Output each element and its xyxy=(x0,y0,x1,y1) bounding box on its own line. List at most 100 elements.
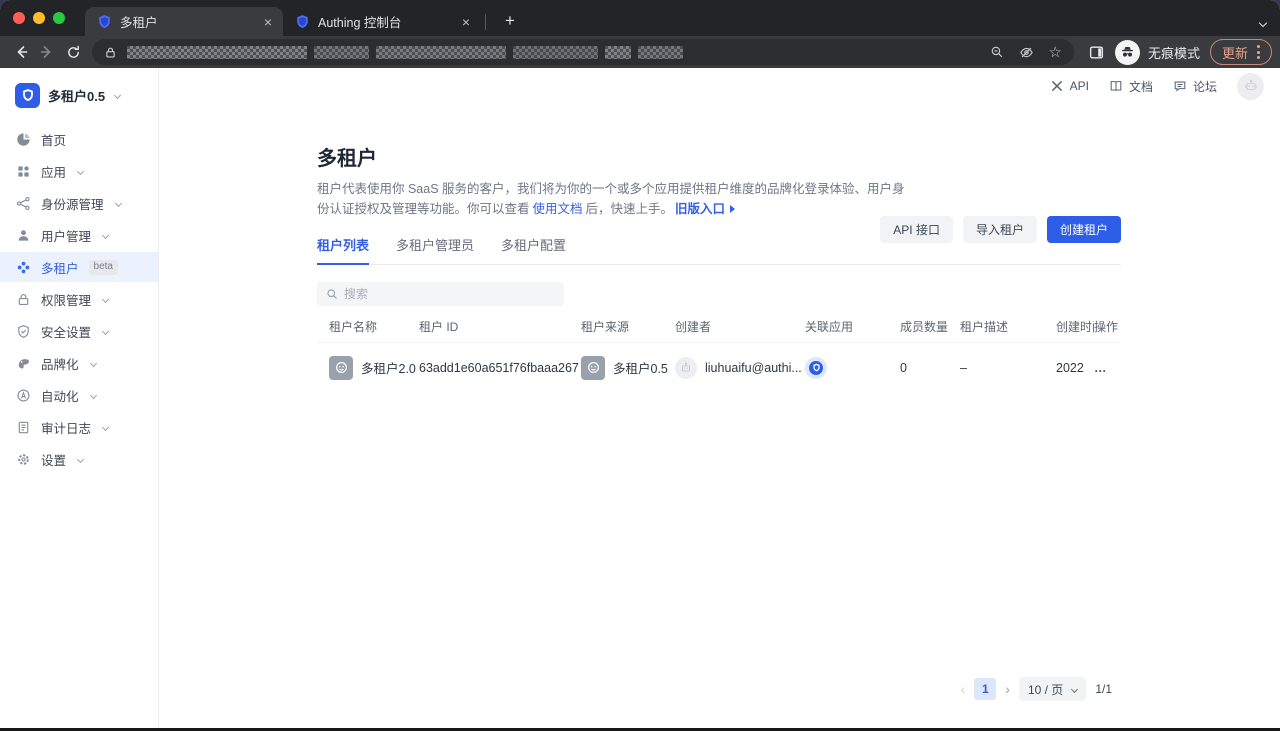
sidebar-item-identity-sources[interactable]: 身份源管理 xyxy=(0,188,158,218)
table-row[interactable]: 多租户2.0 63add1e60a651f76fbaaa267 多租户0.5 l xyxy=(317,342,1121,392)
tab-title: 多租户 xyxy=(120,12,261,31)
kebab-menu-icon[interactable] xyxy=(1257,45,1260,59)
api-link[interactable]: API xyxy=(1050,79,1089,93)
prev-page-button[interactable]: ‹ xyxy=(961,682,966,696)
authing-shield-favicon xyxy=(295,14,310,29)
sidebar-item-label: 设置 xyxy=(41,450,66,469)
address-bar[interactable]: ☆ xyxy=(92,39,1074,65)
page-title: 多租户 xyxy=(317,146,1121,172)
new-tab-button[interactable]: + xyxy=(498,11,522,31)
cell-tenant-id: 63add1e60a651f76fbaaa267 xyxy=(419,361,581,375)
update-menu-button[interactable]: 更新 xyxy=(1210,39,1272,65)
lock-icon xyxy=(16,292,31,307)
sidebar-item-label: 品牌化 xyxy=(41,354,79,373)
palette-icon xyxy=(16,356,31,371)
user-avatar[interactable] xyxy=(1237,73,1264,100)
chevron-down-icon xyxy=(114,91,121,98)
zoom-icon[interactable] xyxy=(990,45,1004,59)
browser-window: 多租户 × Authing 控制台 × + xyxy=(0,0,1280,731)
tab-search-chevron-icon[interactable] xyxy=(1260,13,1266,31)
beta-badge: beta xyxy=(89,260,118,275)
forward-button[interactable] xyxy=(34,39,60,65)
sidebar-item-user-management[interactable]: 用户管理 xyxy=(0,220,158,250)
sidebar-item-automation[interactable]: 自动化 xyxy=(0,380,158,410)
sidebar-nav: 首页 应用 身份源管理 用户管理 xyxy=(0,124,158,474)
workspace-logo xyxy=(15,83,40,108)
sidebar-item-label: 首页 xyxy=(41,130,66,149)
incognito-badge: 无痕模式 xyxy=(1115,40,1200,65)
docs-link[interactable]: 文档 xyxy=(1109,78,1153,95)
search-icon xyxy=(326,288,338,300)
chevron-down-icon xyxy=(102,231,109,238)
browser-toolbar: ☆ 无痕模式 更新 xyxy=(0,36,1280,68)
sidebar-item-settings[interactable]: 设置 xyxy=(0,444,158,474)
api-interface-button[interactable]: API 接口 xyxy=(880,216,953,243)
eye-off-icon[interactable] xyxy=(1019,45,1034,60)
authing-shield-favicon xyxy=(97,14,112,29)
search-box[interactable] xyxy=(317,282,564,306)
bookmark-star-icon[interactable]: ☆ xyxy=(1049,45,1062,60)
docs-link-label: 文档 xyxy=(1129,78,1153,95)
workspace-switcher[interactable]: 多租户0.5 xyxy=(0,82,158,108)
reload-button[interactable] xyxy=(60,39,86,65)
fullscreen-window-button[interactable] xyxy=(53,12,65,24)
sidebar-item-label: 多租户 xyxy=(41,258,79,277)
redacted-url xyxy=(127,46,990,59)
tab-strip: 多租户 × Authing 控制台 × + xyxy=(0,0,1280,36)
back-button[interactable] xyxy=(8,39,34,65)
chevron-down-icon xyxy=(77,167,84,174)
search-input[interactable] xyxy=(344,287,555,301)
next-page-button[interactable]: › xyxy=(1005,682,1010,696)
tab-divider xyxy=(485,14,486,30)
import-tenant-button[interactable]: 导入租户 xyxy=(963,216,1037,243)
tenant-flower-icon xyxy=(16,260,31,275)
row-actions-menu[interactable]: … xyxy=(1094,361,1121,375)
cell-member-count: 0 xyxy=(900,361,960,375)
lock-icon xyxy=(104,46,117,59)
col-creator: 创建者 xyxy=(675,318,805,335)
sidebar-item-label: 用户管理 xyxy=(41,226,91,245)
tab-tenant-admins[interactable]: 多租户管理员 xyxy=(396,235,474,264)
tenant-source-text: 多租户0.5 xyxy=(613,358,668,377)
legacy-entry-link[interactable]: 旧版入口 xyxy=(675,202,725,216)
browser-tab-active[interactable]: 多租户 × xyxy=(85,7,283,36)
page-size-select[interactable]: 10 / 页 xyxy=(1019,677,1086,701)
linked-app-badge[interactable] xyxy=(805,357,827,379)
side-panel-icon[interactable] xyxy=(1088,44,1105,61)
tab-close-icon[interactable]: × xyxy=(459,14,473,30)
tab-tenant-list[interactable]: 租户列表 xyxy=(317,235,369,265)
gear-icon xyxy=(16,452,31,467)
sidebar-item-security-settings[interactable]: 安全设置 xyxy=(0,316,158,346)
chevron-down-icon xyxy=(89,391,96,398)
tenant-avatar xyxy=(329,356,353,380)
sidebar-item-label: 审计日志 xyxy=(41,418,91,437)
api-link-label: API xyxy=(1070,79,1089,93)
creator-avatar xyxy=(675,357,697,379)
automation-icon xyxy=(16,388,31,403)
forum-link[interactable]: 论坛 xyxy=(1173,78,1217,95)
sidebar-item-audit-logs[interactable]: 审计日志 xyxy=(0,412,158,442)
tab-close-icon[interactable]: × xyxy=(261,14,275,30)
description-text: 后，快速上手。 xyxy=(586,202,674,216)
tenant-name-text: 多租户2.0 xyxy=(361,358,416,377)
page-content: 多租户 租户代表使用你 SaaS 服务的客户，我们将为你的一个或多个应用提供租户… xyxy=(317,146,1121,392)
sidebar-item-label: 应用 xyxy=(41,162,66,181)
minimize-window-button[interactable] xyxy=(33,12,45,24)
page-description: 租户代表使用你 SaaS 服务的客户，我们将为你的一个或多个应用提供租户维度的品… xyxy=(317,180,911,219)
sidebar-item-multi-tenant[interactable]: 多租户 beta xyxy=(0,252,158,282)
audit-log-icon xyxy=(16,420,31,435)
tab-tenant-config[interactable]: 多租户配置 xyxy=(501,235,566,264)
close-window-button[interactable] xyxy=(13,12,25,24)
forum-link-label: 论坛 xyxy=(1193,78,1217,95)
cell-linked-apps xyxy=(805,357,900,379)
sidebar-item-branding[interactable]: 品牌化 xyxy=(0,348,158,378)
chat-bubble-icon xyxy=(1173,79,1187,93)
page-size-value: 10 / 页 xyxy=(1028,681,1063,698)
sidebar-item-permissions[interactable]: 权限管理 xyxy=(0,284,158,314)
current-page-button[interactable]: 1 xyxy=(974,678,996,700)
create-tenant-button[interactable]: 创建租户 xyxy=(1047,216,1121,243)
sidebar-item-apps[interactable]: 应用 xyxy=(0,156,158,186)
docs-inline-link[interactable]: 使用文档 xyxy=(533,202,583,216)
browser-tab-inactive[interactable]: Authing 控制台 × xyxy=(283,7,481,36)
sidebar-item-home[interactable]: 首页 xyxy=(0,124,158,154)
